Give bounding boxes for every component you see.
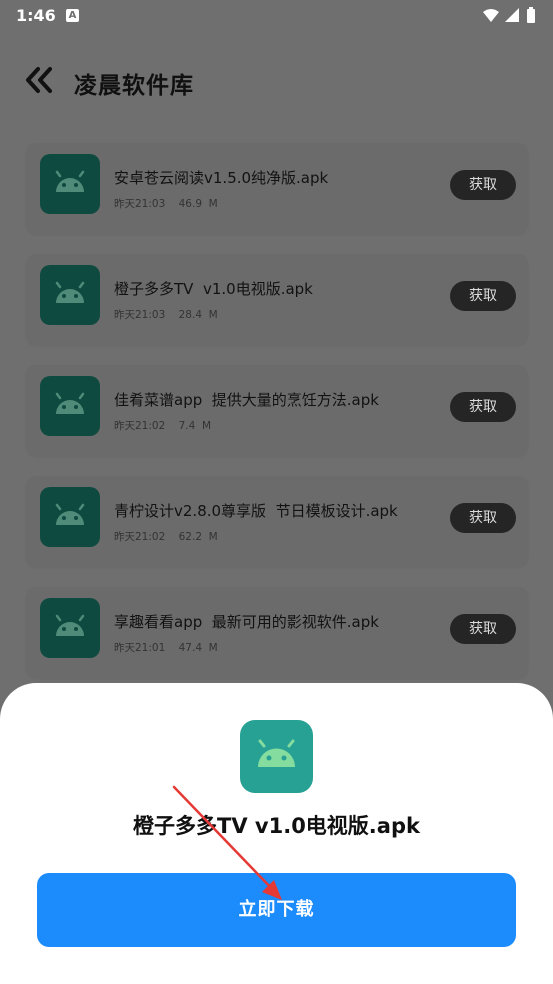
status-icons (483, 7, 535, 23)
battery-icon (527, 9, 535, 23)
list-item[interactable]: 橙子多多TV v1.0电视版.apk 昨天21:03 28.4 M 获取 (26, 254, 528, 345)
wifi-icon (483, 9, 499, 22)
app-time: 昨天21:01 (114, 642, 166, 654)
android-app-icon (240, 720, 313, 793)
app-meta: 昨天21:01 47.4 M (114, 640, 218, 655)
list-item[interactable]: 享趣看看app 最新可用的影视软件.apk 昨天21:01 47.4 M 获取 (26, 587, 528, 678)
app-time: 昨天21:02 (114, 420, 166, 432)
app-name: 青柠设计v2.8.0尊享版 节日模板设计.apk (114, 502, 398, 520)
app-name: 橙子多多TV v1.0电视版.apk (114, 280, 313, 298)
list-item[interactable]: 青柠设计v2.8.0尊享版 节日模板设计.apk 昨天21:02 62.2 M … (26, 476, 528, 567)
get-button[interactable]: 获取 (450, 614, 516, 644)
title-bar: 凌晨软件库 (0, 50, 553, 110)
android-app-icon (40, 265, 100, 325)
list-item[interactable]: 佳肴菜谱app 提供大量的烹饪方法.apk 昨天21:02 7.4 M 获取 (26, 365, 528, 456)
download-now-button[interactable]: 立即下载 (37, 873, 516, 947)
android-app-icon (40, 154, 100, 214)
app-size: 7.4 M (178, 420, 212, 432)
app-size: 47.4 M (178, 642, 218, 654)
app-meta: 昨天21:02 62.2 M (114, 529, 218, 544)
sheet-filename: 橙子多多TV v1.0电视版.apk (133, 814, 420, 838)
android-app-icon (40, 376, 100, 436)
app-time: 昨天21:03 (114, 198, 166, 210)
android-app-icon (40, 487, 100, 547)
notification-a-icon: A (66, 9, 79, 22)
android-app-icon (40, 598, 100, 658)
app-size: 46.9 M (178, 198, 218, 210)
app-meta: 昨天21:03 28.4 M (114, 307, 218, 322)
download-bottom-sheet: 橙子多多TV v1.0电视版.apk 立即下载 (0, 683, 553, 984)
app-name: 安卓苍云阅读v1.5.0纯净版.apk (114, 169, 329, 187)
get-button[interactable]: 获取 (450, 170, 516, 200)
app-size: 62.2 M (178, 531, 218, 543)
page-title: 凌晨软件库 (74, 73, 194, 99)
status-time: 1:46 (16, 6, 56, 25)
app-list: 安卓苍云阅读v1.5.0纯净版.apk 昨天21:03 46.9 M 获取 橙子… (26, 143, 528, 698)
get-button[interactable]: 获取 (450, 503, 516, 533)
double-chevron-left-icon[interactable] (24, 66, 56, 94)
app-meta: 昨天21:03 46.9 M (114, 196, 218, 211)
status-bar: 1:46 A (0, 0, 553, 30)
list-item[interactable]: 安卓苍云阅读v1.5.0纯净版.apk 昨天21:03 46.9 M 获取 (26, 143, 528, 234)
get-button[interactable]: 获取 (450, 392, 516, 422)
get-button[interactable]: 获取 (450, 281, 516, 311)
app-name: 佳肴菜谱app 提供大量的烹饪方法.apk (114, 391, 379, 409)
signal-icon (505, 8, 519, 22)
app-name: 享趣看看app 最新可用的影视软件.apk (114, 613, 379, 631)
app-size: 28.4 M (178, 309, 218, 321)
app-meta: 昨天21:02 7.4 M (114, 418, 211, 433)
app-time: 昨天21:03 (114, 309, 166, 321)
app-time: 昨天21:02 (114, 531, 166, 543)
